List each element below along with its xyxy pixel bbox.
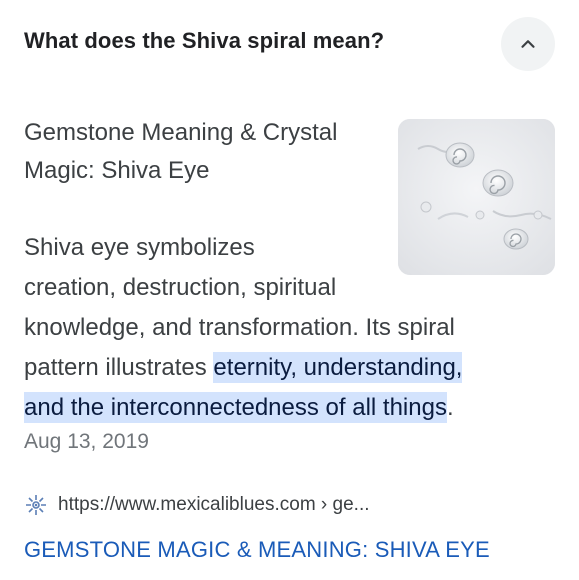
snippet-date: Aug 13, 2019 [24,430,149,453]
collapse-button[interactable] [501,17,555,71]
answer-line-5: and the interconnectedness of all things… [24,388,462,428]
answer-highlight-1: eternity, understanding, [213,352,463,383]
chevron-up-icon [521,40,535,48]
question-title: What does the Shiva spiral mean? [24,28,385,53]
answer-line-4: pattern illustrates eternity, understand… [24,348,463,388]
source-url: https://www.mexicaliblues.com › ge... [58,494,370,515]
answer-line-4-text: pattern illustrates [24,354,214,381]
answer-line-1: Shiva eye symbolizes [24,234,255,261]
answer-line-5-tail: . [446,394,454,421]
result-title-link[interactable]: GEMSTONE MAGIC & MEANING: SHIVA EYE [24,537,490,563]
site-favicon-icon [26,495,46,515]
source-url-row[interactable]: https://www.mexicaliblues.com › ge... [24,493,370,517]
source-title-line-2: Magic: Shiva Eye [24,157,210,184]
source-title-line-1: Gemstone Meaning & Crystal [24,119,338,146]
source-title: Gemstone Meaning & Crystal Magic: Shiva … [24,114,384,190]
answer-highlight-2: and the interconnectedness of all things [24,392,447,423]
answer-line-3: knowledge, and transformation. Its spira… [24,314,455,341]
answer-snippet: Shiva eye symbolizes creation, destructi… [24,228,463,428]
answer-line-2: creation, destruction, spiritual [24,274,337,301]
